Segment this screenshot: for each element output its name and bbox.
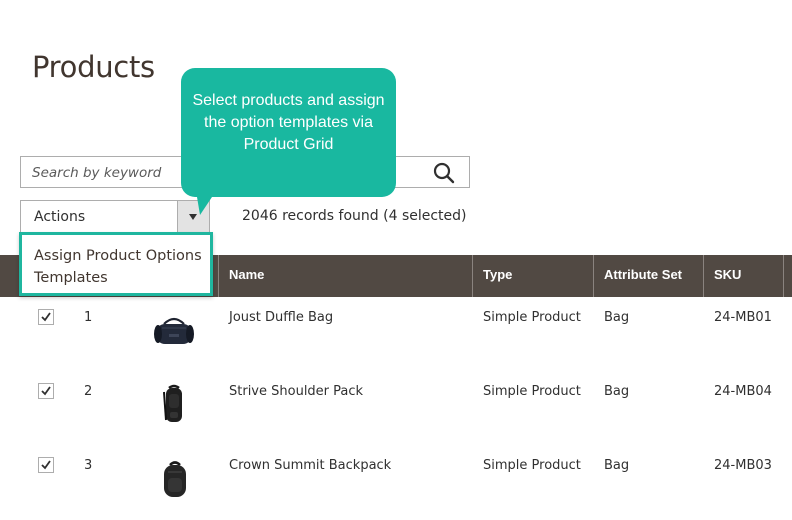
actions-select[interactable]: Actions bbox=[20, 200, 210, 233]
row-checkbox[interactable] bbox=[38, 383, 54, 399]
column-header-type[interactable]: Type bbox=[473, 255, 594, 297]
actions-label: Actions bbox=[34, 209, 86, 225]
duffle-bag-icon[interactable] bbox=[152, 314, 196, 353]
product-sku: 24-MB01 bbox=[714, 310, 772, 325]
product-sku: 24-MB04 bbox=[714, 384, 772, 399]
product-attribute-set: Bag bbox=[604, 458, 630, 473]
table-row: 1 Joust Duffle Bag Simple Product Bag 24… bbox=[0, 298, 792, 372]
column-header-name[interactable]: Name bbox=[219, 255, 473, 297]
product-name: Strive Shoulder Pack bbox=[229, 384, 364, 399]
menu-item-assign-templates[interactable]: Assign Product Options Templates bbox=[34, 245, 204, 289]
records-count: 2046 records found (4 selected) bbox=[242, 208, 467, 224]
callout-bubble: Select products and assign the option te… bbox=[181, 68, 396, 197]
callout-tail bbox=[196, 191, 216, 215]
product-sku: 24-MB03 bbox=[714, 458, 772, 473]
row-checkbox[interactable] bbox=[38, 457, 54, 473]
actions-dropdown-menu: Assign Product Options Templates bbox=[19, 232, 213, 296]
product-type: Simple Product bbox=[483, 384, 581, 399]
product-name: Crown Summit Backpack bbox=[229, 458, 392, 473]
product-attribute-set: Bag bbox=[604, 310, 630, 325]
row-checkbox[interactable] bbox=[38, 309, 54, 325]
product-name: Joust Duffle Bag bbox=[229, 310, 334, 325]
table-row: 2 Strive Shoulder Pack Simple Product Ba… bbox=[0, 372, 792, 446]
search-icon[interactable] bbox=[433, 162, 455, 184]
column-header-sku[interactable]: SKU bbox=[704, 255, 784, 297]
table-row: 3 Crown Summit Backpack Simple Product B… bbox=[0, 446, 792, 520]
callout-text: Select products and assign the option te… bbox=[192, 92, 385, 153]
row-id: 2 bbox=[84, 384, 93, 399]
backpack-icon[interactable] bbox=[160, 460, 190, 505]
page-title: Products bbox=[32, 50, 155, 84]
row-id: 1 bbox=[84, 310, 93, 325]
row-id: 3 bbox=[84, 458, 93, 473]
column-header-attribute-set[interactable]: Attribute Set bbox=[594, 255, 704, 297]
shoulder-pack-icon[interactable] bbox=[160, 384, 188, 431]
product-type: Simple Product bbox=[483, 310, 581, 325]
product-type: Simple Product bbox=[483, 458, 581, 473]
product-attribute-set: Bag bbox=[604, 384, 630, 399]
